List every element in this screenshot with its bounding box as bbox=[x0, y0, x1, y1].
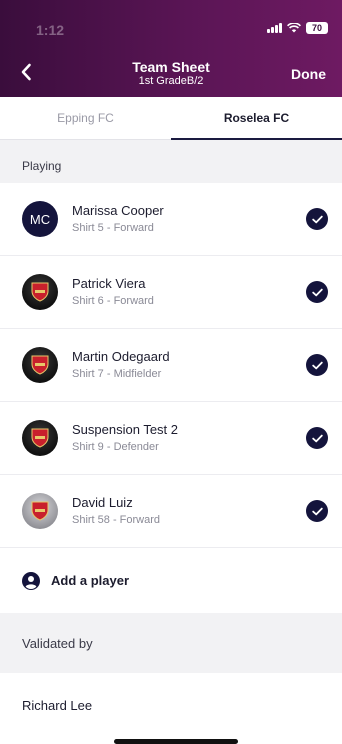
player-row[interactable]: Suspension Test 2 Shirt 9 - Defender bbox=[0, 402, 342, 475]
wifi-icon bbox=[287, 23, 301, 33]
avatar bbox=[22, 347, 58, 383]
tab-roselea-fc[interactable]: Roselea FC bbox=[171, 97, 342, 140]
player-meta: Shirt 5 - Forward bbox=[72, 222, 154, 234]
selected-checkbox[interactable] bbox=[306, 500, 328, 522]
player-meta: Shirt 9 - Defender bbox=[72, 441, 159, 453]
home-indicator bbox=[114, 739, 238, 744]
avatar: MC bbox=[22, 201, 58, 237]
header: 1:12 70 Team Sheet 1st GradeB/2 Done bbox=[0, 0, 342, 97]
battery-icon: 70 bbox=[306, 22, 328, 34]
player-list: MC Marissa Cooper Shirt 5 - Forward Patr… bbox=[0, 183, 342, 613]
player-meta: Shirt 58 - Forward bbox=[72, 514, 161, 526]
club-crest-icon bbox=[31, 355, 49, 375]
player-row[interactable]: Martin Odegaard Shirt 7 - Midfielder bbox=[0, 329, 342, 402]
player-meta: Shirt 7 - Midfielder bbox=[72, 368, 162, 380]
validator-name: Richard Lee bbox=[0, 673, 342, 744]
player-info: Martin Odegaard Shirt 7 - Midfielder bbox=[72, 349, 306, 381]
selected-checkbox[interactable] bbox=[306, 427, 328, 449]
club-crest-icon bbox=[31, 501, 49, 521]
tab-epping-fc[interactable]: Epping FC bbox=[0, 97, 171, 139]
status-icons: 70 bbox=[267, 22, 328, 34]
status-time: 1:12 bbox=[36, 22, 65, 38]
avatar bbox=[22, 274, 58, 310]
validator-name-text: Richard Lee bbox=[22, 698, 93, 713]
player-row[interactable]: MC Marissa Cooper Shirt 5 - Forward bbox=[0, 183, 342, 256]
player-row[interactable]: David Luiz Shirt 58 - Forward bbox=[0, 475, 342, 548]
player-name: David Luiz bbox=[72, 495, 133, 510]
player-info: Suspension Test 2 Shirt 9 - Defender bbox=[72, 422, 306, 454]
avatar bbox=[22, 493, 58, 529]
checkmark-icon bbox=[311, 215, 323, 223]
player-info: Patrick Viera Shirt 6 - Forward bbox=[72, 276, 306, 308]
checkmark-icon bbox=[311, 434, 323, 442]
team-tabs: Epping FC Roselea FC bbox=[0, 97, 342, 140]
checkmark-icon bbox=[311, 361, 323, 369]
selected-checkbox[interactable] bbox=[306, 281, 328, 303]
checkmark-icon bbox=[311, 507, 323, 515]
signal-icon bbox=[267, 23, 282, 33]
player-name: Marissa Cooper bbox=[72, 203, 164, 218]
player-meta: Shirt 6 - Forward bbox=[72, 295, 154, 307]
player-info: Marissa Cooper Shirt 5 - Forward bbox=[72, 203, 306, 235]
player-name: Patrick Viera bbox=[72, 276, 146, 291]
player-name: Suspension Test 2 bbox=[72, 422, 178, 437]
done-button[interactable]: Done bbox=[291, 66, 326, 82]
validated-by-label: Validated by bbox=[0, 613, 342, 673]
club-crest-icon bbox=[31, 428, 49, 448]
player-info: David Luiz Shirt 58 - Forward bbox=[72, 495, 306, 527]
add-player-label: Add a player bbox=[51, 573, 130, 588]
selected-checkbox[interactable] bbox=[306, 354, 328, 376]
add-player-button[interactable]: Add a player bbox=[0, 548, 342, 613]
selected-checkbox[interactable] bbox=[306, 208, 328, 230]
user-icon bbox=[22, 571, 40, 590]
club-crest-icon bbox=[31, 282, 49, 302]
player-name: Martin Odegaard bbox=[72, 349, 170, 364]
checkmark-icon bbox=[311, 288, 323, 296]
avatar bbox=[22, 420, 58, 456]
playing-section-label: Playing bbox=[22, 159, 62, 173]
player-row[interactable]: Patrick Viera Shirt 6 - Forward bbox=[0, 256, 342, 329]
